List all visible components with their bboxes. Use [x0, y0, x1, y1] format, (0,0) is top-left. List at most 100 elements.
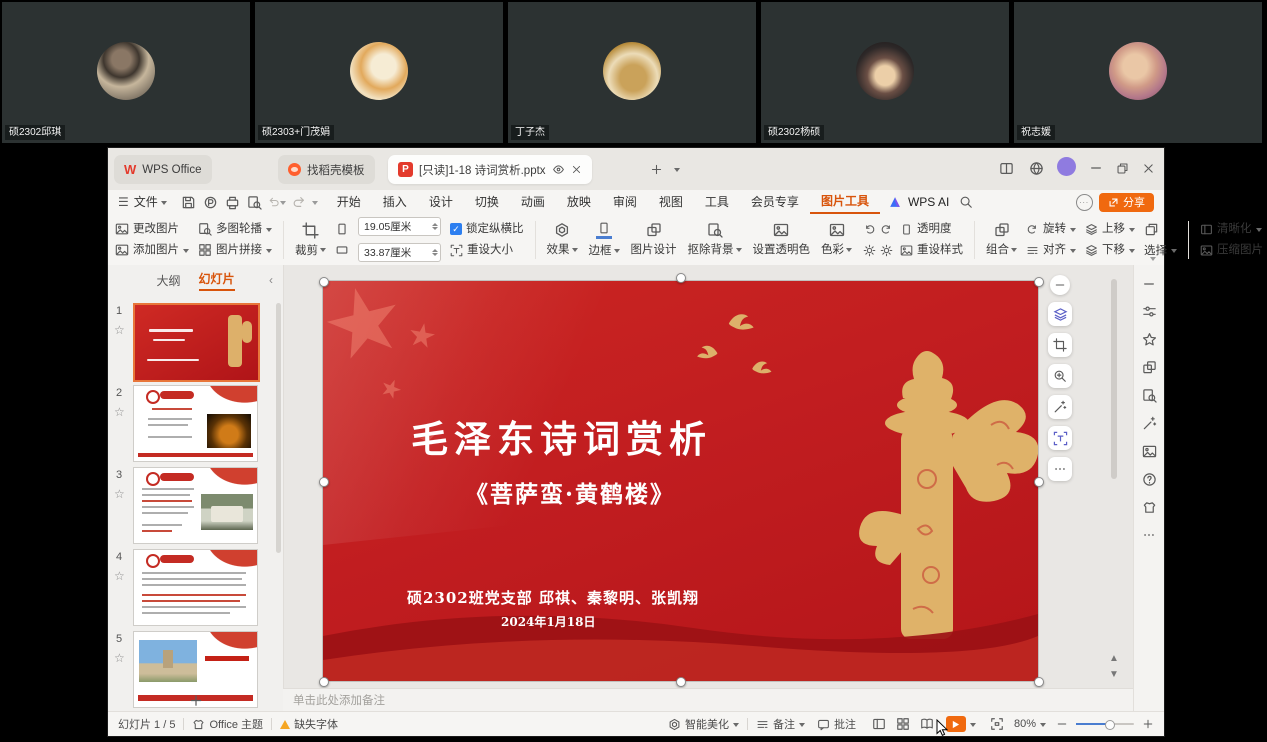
comments-button[interactable]: 批注: [817, 716, 856, 732]
selection-handle[interactable]: [1034, 277, 1044, 287]
selection-pane-icon[interactable]: [1144, 222, 1159, 237]
more-tools-button[interactable]: [1048, 457, 1072, 481]
slide-date[interactable]: 2024年1月18日: [501, 613, 595, 630]
slide-thumbnail[interactable]: [133, 303, 260, 382]
material-library-icon[interactable]: [1142, 388, 1157, 403]
smart-beautify-icon[interactable]: [1142, 416, 1157, 431]
tab-list-chevron-icon[interactable]: [674, 168, 680, 175]
panel-scrollbar[interactable]: [276, 303, 281, 553]
notes-button[interactable]: 备注: [756, 716, 805, 732]
change-image-button[interactable]: 更改图片: [115, 222, 189, 236]
notes-bar[interactable]: 单击此处添加备注: [283, 688, 1133, 711]
participant-tile[interactable]: 硕2302杨硕: [761, 2, 1009, 143]
global-settings-icon[interactable]: [1026, 158, 1046, 178]
extract-text-button[interactable]: [1048, 426, 1072, 450]
selection-handle[interactable]: [676, 273, 686, 283]
tab-wps-home[interactable]: W WPS Office: [114, 155, 212, 184]
split-window-icon[interactable]: [996, 158, 1016, 178]
move-down-button[interactable]: 下移: [1085, 243, 1135, 257]
tab-docer[interactable]: 找稻壳模板: [278, 155, 375, 184]
remove-background-button[interactable]: 抠除背景: [688, 222, 742, 257]
reading-view-button[interactable]: [920, 717, 934, 731]
export-pdf-icon[interactable]: [202, 193, 220, 211]
shapes-icon[interactable]: [1142, 360, 1157, 375]
set-transparent-button[interactable]: 设置透明色: [753, 222, 811, 257]
undo-icon[interactable]: [268, 193, 286, 211]
current-slide[interactable]: 毛泽东诗词赏析 《菩萨蛮·黄鹤楼》 硕2302班党支部 邱祺、秦黎明、张凯翔 2…: [323, 281, 1038, 681]
menu-item-tools[interactable]: 工具: [694, 191, 740, 213]
smart-beautify-button[interactable]: 智能美化: [668, 716, 739, 732]
add-slide-button[interactable]: [188, 693, 203, 713]
tab-outline[interactable]: 大纲: [156, 272, 180, 289]
select-button[interactable]: 选择: [1144, 244, 1177, 258]
collapse-panel-icon[interactable]: ‹: [269, 273, 273, 287]
width-input[interactable]: 19.05厘米: [358, 217, 441, 236]
slide-item-2[interactable]: 2 ☆: [108, 385, 283, 463]
missing-font-warning[interactable]: 缺失字体: [280, 716, 338, 732]
more-rail-icon[interactable]: [1142, 528, 1156, 542]
menu-item-review[interactable]: 审阅: [602, 191, 648, 213]
slide-item-1[interactable]: 1 ☆: [108, 303, 283, 381]
feedback-icon[interactable]: ···: [1075, 193, 1093, 211]
new-tab-button[interactable]: [646, 159, 666, 179]
rotate-left-icon[interactable]: [863, 223, 876, 236]
reset-size-button[interactable]: 重设大小: [450, 243, 524, 257]
close-tab-icon[interactable]: [571, 164, 582, 175]
menu-file[interactable]: 文件: [129, 191, 178, 213]
tab-slides[interactable]: 幻灯片: [199, 270, 235, 291]
close-button[interactable]: [1138, 158, 1158, 178]
menu-item-design[interactable]: 设计: [418, 191, 464, 213]
add-image-button[interactable]: 添加图片: [115, 243, 189, 257]
slide-thumbnail[interactable]: [133, 385, 258, 462]
collapse-rail-icon[interactable]: [1142, 277, 1156, 291]
zoom-slider-handle[interactable]: [1105, 720, 1115, 730]
quickbar-chevron-icon[interactable]: [312, 201, 318, 208]
move-up-button[interactable]: 上移: [1085, 222, 1135, 236]
effect-button[interactable]: 效果: [547, 222, 578, 257]
skin-icon[interactable]: [1142, 500, 1157, 515]
restore-button[interactable]: [1112, 158, 1132, 178]
slide-subtitle[interactable]: 《菩萨蛮·黄鹤楼》: [465, 475, 675, 509]
slide-item-3[interactable]: 3 ☆: [108, 467, 283, 545]
sharpen-button[interactable]: 清晰化: [1200, 222, 1263, 236]
lock-aspect-checkbox[interactable]: ✓锁定纵横比: [450, 222, 524, 236]
zoom-level[interactable]: 80%: [1014, 718, 1046, 730]
fit-slide-button[interactable]: [990, 717, 1004, 731]
zoom-tool-button[interactable]: [1048, 364, 1072, 388]
wps-ai-label[interactable]: WPS AI: [908, 195, 949, 209]
height-input[interactable]: 33.87厘米: [358, 243, 441, 262]
ribbon-collapse-icon[interactable]: [1150, 257, 1156, 264]
help-icon[interactable]: [1142, 472, 1157, 487]
search-icon[interactable]: [957, 193, 975, 211]
share-button[interactable]: 分享: [1099, 193, 1154, 212]
previous-slide-button[interactable]: ▲: [1107, 653, 1121, 664]
image-library-icon[interactable]: [1142, 444, 1157, 459]
slide-thumbnail[interactable]: [133, 549, 258, 626]
beautify-wand-button[interactable]: [1048, 395, 1072, 419]
print-icon[interactable]: [224, 193, 242, 211]
group-button[interactable]: 组合: [986, 222, 1017, 257]
read-mode-icon[interactable]: [552, 163, 565, 176]
normal-view-button[interactable]: [872, 717, 886, 731]
selection-handle[interactable]: [319, 477, 329, 487]
reset-style-button[interactable]: 重设样式: [900, 243, 963, 257]
collapse-toolbar-button[interactable]: [1050, 275, 1070, 295]
selection-handle[interactable]: [676, 677, 686, 687]
wps-ai-icon[interactable]: [886, 193, 904, 211]
menu-item-member[interactable]: 会员专享: [740, 191, 810, 213]
theme-indicator[interactable]: Office 主题: [192, 716, 263, 732]
selection-handle[interactable]: [319, 677, 329, 687]
participant-tile[interactable]: 硕2303+门茂娟: [255, 2, 503, 143]
selection-handle[interactable]: [319, 277, 329, 287]
rotate-right-icon[interactable]: [880, 223, 893, 236]
save-icon[interactable]: [180, 193, 198, 211]
brightness-up-icon[interactable]: [863, 244, 876, 257]
image-design-button[interactable]: 图片设计: [631, 222, 677, 257]
align-button[interactable]: 对齐: [1026, 243, 1076, 257]
multi-carousel-button[interactable]: 多图轮播: [198, 222, 272, 236]
menu-item-slideshow[interactable]: 放映: [556, 191, 602, 213]
color-button[interactable]: 色彩: [821, 222, 852, 257]
account-avatar[interactable]: [1057, 157, 1076, 176]
selection-handle[interactable]: [1034, 677, 1044, 687]
crop-button[interactable]: 裁剪: [295, 222, 326, 258]
